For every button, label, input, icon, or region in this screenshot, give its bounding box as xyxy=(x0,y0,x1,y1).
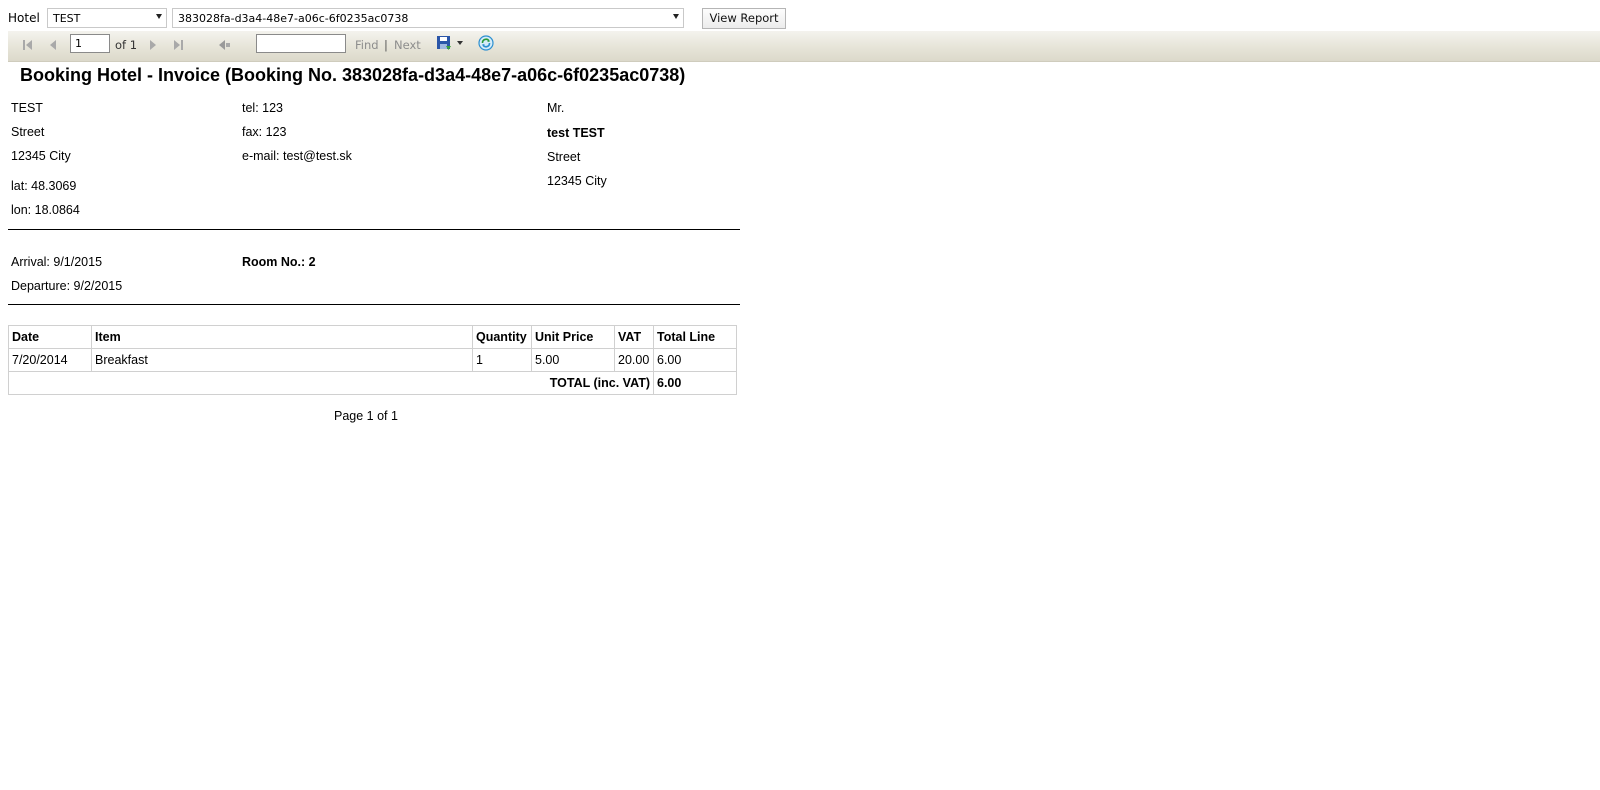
report-toolbar: of 1 Find | Next xyxy=(8,31,1600,62)
column-header-date: Date xyxy=(8,325,92,349)
table-header-row: Date Item Quantity Unit Price VAT Total … xyxy=(8,325,737,349)
divider xyxy=(8,304,740,305)
hotel-select[interactable]: TEST xyxy=(47,8,167,28)
total-row: TOTAL (inc. VAT) 6.00 xyxy=(8,371,737,395)
guest-street: Street xyxy=(547,150,581,164)
export-dropdown-icon[interactable] xyxy=(457,41,463,45)
hotel-telephone: tel: 123 xyxy=(242,101,284,115)
cell-quantity: 1 xyxy=(472,348,532,372)
column-header-total-line: Total Line xyxy=(653,325,737,349)
guest-city: 12345 City xyxy=(547,174,607,188)
find-link[interactable]: Find xyxy=(355,38,379,52)
booking-select-value: 383028fa-d3a4-48e7-a06c-6f0235ac0738 xyxy=(178,12,409,25)
cell-vat: 20.00 xyxy=(614,348,654,372)
column-header-unit-price: Unit Price xyxy=(531,325,615,349)
parameter-bar: Hotel TEST 383028fa-d3a4-48e7-a06c-6f023… xyxy=(0,0,1600,30)
back-to-parent-icon[interactable] xyxy=(218,38,232,52)
page-number-input[interactable] xyxy=(70,34,110,53)
divider xyxy=(8,229,740,230)
last-page-icon[interactable] xyxy=(172,38,186,52)
view-report-button[interactable]: View Report xyxy=(702,8,786,29)
booking-select[interactable]: 383028fa-d3a4-48e7-a06c-6f0235ac0738 xyxy=(172,8,684,28)
total-label: TOTAL (inc. VAT) xyxy=(8,371,654,395)
hotel-name: TEST xyxy=(11,101,43,115)
hotel-street: Street xyxy=(11,125,45,139)
cell-item: Breakfast xyxy=(91,348,473,372)
total-value: 6.00 xyxy=(653,371,737,395)
chevron-down-icon[interactable] xyxy=(156,14,162,19)
hotel-email: e-mail: test@test.sk xyxy=(242,149,352,163)
find-separator: | xyxy=(384,38,388,52)
save-export-icon[interactable] xyxy=(436,35,452,51)
invoice-table: Date Item Quantity Unit Price VAT Total … xyxy=(8,325,737,395)
hotel-latitude: lat: 48.3069 xyxy=(11,179,77,193)
hotel-label: Hotel xyxy=(8,11,40,25)
page-footer: Page 1 of 1 xyxy=(334,409,398,423)
hotel-longitude: lon: 18.0864 xyxy=(11,203,80,217)
report-title: Booking Hotel - Invoice (Booking No. 383… xyxy=(20,65,686,85)
guest-salutation: Mr. xyxy=(547,101,565,115)
cell-unit-price: 5.00 xyxy=(531,348,615,372)
arrival-date: Arrival: 9/1/2015 xyxy=(11,255,103,269)
hotel-select-value: TEST xyxy=(53,12,81,25)
chevron-down-icon[interactable] xyxy=(673,14,679,19)
departure-date: Departure: 9/2/2015 xyxy=(11,279,123,293)
table-row: 7/20/2014 Breakfast 1 5.00 20.00 6.00 xyxy=(8,348,737,372)
next-page-icon[interactable] xyxy=(146,38,160,52)
first-page-icon[interactable] xyxy=(20,38,34,52)
hotel-city: 12345 City xyxy=(11,149,71,163)
previous-page-icon[interactable] xyxy=(46,38,60,52)
column-header-vat: VAT xyxy=(614,325,654,349)
room-number: Room No.: 2 xyxy=(242,255,316,269)
guest-name: test TEST xyxy=(547,126,605,140)
column-header-quantity: Quantity xyxy=(472,325,532,349)
column-header-item: Item xyxy=(91,325,473,349)
find-next-link[interactable]: Next xyxy=(394,38,421,52)
cell-date: 7/20/2014 xyxy=(8,348,92,372)
hotel-fax: fax: 123 xyxy=(242,125,287,139)
page-count-label: of 1 xyxy=(115,38,138,52)
find-input[interactable] xyxy=(256,34,346,53)
refresh-icon[interactable] xyxy=(478,35,494,51)
cell-total-line: 6.00 xyxy=(653,348,737,372)
